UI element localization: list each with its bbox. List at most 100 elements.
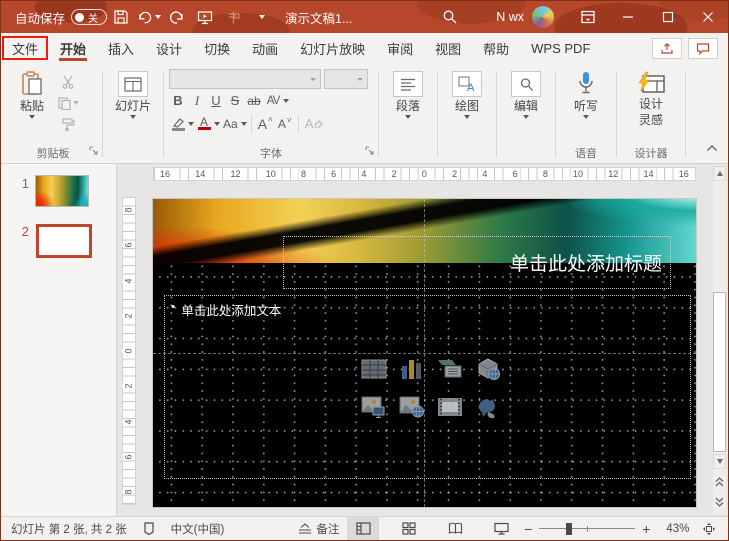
font-size-combobox[interactable] xyxy=(324,69,368,89)
undo-button[interactable] xyxy=(137,5,162,29)
thumbnail-item-1[interactable]: 1 xyxy=(9,175,89,207)
maximize-button[interactable] xyxy=(648,1,688,33)
slide-sorter-view-button[interactable] xyxy=(393,517,425,541)
editing-button[interactable]: 编辑 xyxy=(502,69,550,119)
drawing-button[interactable]: A 绘图 xyxy=(443,69,491,119)
insert-video-icon[interactable] xyxy=(435,394,465,420)
search-button[interactable] xyxy=(438,5,462,29)
next-slide-button[interactable] xyxy=(713,494,726,510)
increase-font-size-button[interactable]: A ˄ xyxy=(256,113,275,134)
copy-dropdown-icon[interactable] xyxy=(73,101,79,105)
normal-view-button[interactable] xyxy=(347,516,380,540)
close-button[interactable] xyxy=(688,1,728,33)
editing-dropdown-icon[interactable] xyxy=(523,115,529,119)
tab-insert[interactable]: 插入 xyxy=(97,33,145,63)
autosave-toggle[interactable]: 关 xyxy=(71,9,108,25)
user-name[interactable]: N wx xyxy=(496,10,524,24)
minimize-button[interactable] xyxy=(608,1,648,33)
zoom-out-button[interactable]: − xyxy=(523,522,533,536)
slideshow-view-button[interactable] xyxy=(485,517,517,541)
scrollbar-thumb[interactable] xyxy=(713,292,726,452)
language-status[interactable]: 中文(中国) xyxy=(171,521,225,537)
ruler-vertical[interactable]: 8 6 4 2 0 2 4 6 8 xyxy=(122,197,136,505)
insert-picture-icon[interactable] xyxy=(359,394,389,420)
content-placeholder[interactable]: • 单击此处添加文本 xyxy=(164,295,691,479)
ruler-horizontal[interactable]: 16 14 12 10 8 6 4 2 0 2 4 6 8 10 12 14 16 xyxy=(153,167,696,181)
dictate-dropdown-icon[interactable] xyxy=(583,115,589,119)
dictate-button[interactable]: 听写 xyxy=(561,69,611,119)
zoom-in-button[interactable]: + xyxy=(641,522,651,536)
insert-smartart-icon[interactable] xyxy=(435,356,465,382)
customize-qat-button[interactable] xyxy=(249,5,273,29)
font-dialog-launcher[interactable] xyxy=(365,142,374,160)
tab-animations[interactable]: 动画 xyxy=(241,33,289,63)
tab-slideshow[interactable]: 幻灯片放映 xyxy=(289,33,376,63)
redo-button[interactable] xyxy=(165,5,189,29)
previous-slide-button[interactable] xyxy=(713,474,726,490)
cut-button[interactable] xyxy=(55,73,81,91)
tab-help[interactable]: 帮助 xyxy=(472,33,520,63)
paste-dropdown-icon[interactable] xyxy=(29,115,35,119)
insert-icons-icon[interactable] xyxy=(473,394,503,420)
tab-view[interactable]: 视图 xyxy=(424,33,472,63)
tab-design[interactable]: 设计 xyxy=(145,33,193,63)
font-color-dropdown-icon[interactable] xyxy=(214,121,220,126)
insert-chart-icon[interactable] xyxy=(397,356,427,382)
paste-button[interactable]: 粘贴 xyxy=(9,69,55,119)
title-placeholder[interactable]: 单击此处添加标题 xyxy=(283,236,671,289)
tab-wps-pdf[interactable]: WPS PDF xyxy=(520,33,601,63)
slide-thumbnail-2-selected[interactable] xyxy=(36,224,92,258)
decrease-font-size-button[interactable]: A ˅ xyxy=(276,113,294,134)
paragraph-button[interactable]: 段落 xyxy=(384,69,432,119)
tab-transitions[interactable]: 切换 xyxy=(193,33,241,63)
avatar[interactable] xyxy=(532,6,554,28)
underline-button[interactable]: U xyxy=(207,90,225,111)
tab-home[interactable]: 开始 xyxy=(49,33,97,63)
tab-review[interactable]: 审阅 xyxy=(376,33,424,63)
qat-extra-button[interactable] xyxy=(221,5,245,29)
scroll-down-button[interactable] xyxy=(713,454,726,469)
zoom-slider[interactable] xyxy=(539,522,636,535)
zoom-level[interactable]: 43% xyxy=(657,523,689,535)
accessibility-button[interactable] xyxy=(143,522,155,535)
comments-button[interactable] xyxy=(688,37,718,59)
slide-info[interactable]: 幻灯片 第 2 张, 共 2 张 xyxy=(11,521,127,537)
slides-dropdown-icon[interactable] xyxy=(130,115,136,119)
new-slide-button[interactable]: 幻灯片 xyxy=(108,69,158,119)
italic-button[interactable]: I xyxy=(188,90,206,111)
font-name-combobox[interactable] xyxy=(169,69,321,89)
spacing-dropdown-icon[interactable] xyxy=(283,98,289,103)
slide-canvas[interactable]: 单击此处添加标题 • 单击此处添加文本 xyxy=(153,199,696,507)
shadow-button[interactable]: S xyxy=(226,90,244,111)
copy-button[interactable] xyxy=(55,94,81,112)
clear-formatting-button[interactable]: A xyxy=(303,113,326,134)
collapse-ribbon-button[interactable] xyxy=(706,139,718,157)
ribbon-display-options-button[interactable] xyxy=(568,1,608,33)
highlight-dropdown-icon[interactable] xyxy=(188,121,194,126)
scroll-up-button[interactable] xyxy=(713,166,726,181)
format-painter-button[interactable] xyxy=(55,115,81,133)
tab-file[interactable]: 文件 xyxy=(1,33,49,63)
design-ideas-button[interactable]: 设计 灵感 xyxy=(622,69,680,127)
change-case-dropdown-icon[interactable] xyxy=(240,121,247,126)
insert-table-icon[interactable] xyxy=(359,356,389,382)
notes-button[interactable]: 备注 xyxy=(298,521,339,537)
thumbnail-item-2[interactable]: 2 xyxy=(9,224,92,258)
bold-button[interactable]: B xyxy=(169,90,187,111)
slide-thumbnail-1[interactable] xyxy=(35,175,89,207)
drawing-dropdown-icon[interactable] xyxy=(464,115,470,119)
font-color-button[interactable]: A xyxy=(195,113,213,134)
start-slideshow-button[interactable] xyxy=(193,5,217,29)
character-spacing-button[interactable]: AV xyxy=(264,90,282,111)
fit-slide-to-window-button[interactable] xyxy=(693,517,725,541)
vertical-scrollbar[interactable] xyxy=(713,166,726,514)
reading-view-button[interactable] xyxy=(439,517,471,541)
paragraph-dropdown-icon[interactable] xyxy=(405,115,411,119)
save-button[interactable] xyxy=(109,5,133,29)
share-button[interactable] xyxy=(652,37,682,59)
strikethrough-button[interactable]: ab xyxy=(245,90,263,111)
text-highlight-button[interactable] xyxy=(169,113,187,134)
insert-3d-model-icon[interactable] xyxy=(473,356,503,382)
undo-dropdown-icon[interactable] xyxy=(155,15,162,19)
change-case-button[interactable]: Aa xyxy=(221,113,240,134)
